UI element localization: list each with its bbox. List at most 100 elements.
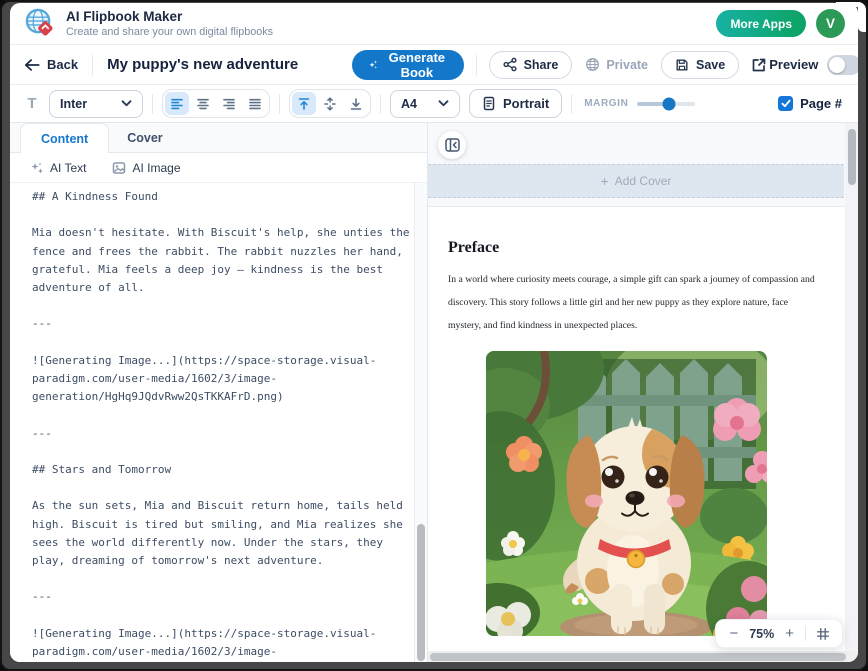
font-select-value: Inter <box>60 97 87 111</box>
preview-control: Preview <box>769 55 858 75</box>
align-justify-icon <box>248 97 262 111</box>
divider <box>380 94 381 114</box>
preview-toggle[interactable] <box>827 55 858 75</box>
toggle-knob <box>829 57 845 73</box>
align-center-button[interactable] <box>191 92 215 115</box>
more-apps-button[interactable]: More Apps <box>716 10 806 37</box>
app-window: AI Flipbook Maker Create and share your … <box>10 3 858 662</box>
open-external-button[interactable] <box>749 55 769 75</box>
document-title[interactable]: My puppy's new adventure <box>107 56 298 73</box>
valign-bottom-icon <box>349 97 363 111</box>
page-number-checkbox[interactable] <box>778 96 793 111</box>
image-icon <box>112 161 126 175</box>
ai-image-button[interactable]: AI Image <box>112 161 180 175</box>
margin-slider[interactable] <box>637 102 695 106</box>
divider <box>476 55 477 75</box>
preview-label: Preview <box>769 57 818 72</box>
fit-frame-icon <box>816 627 830 641</box>
preview-panel: + Add Cover Preface In a world where cur… <box>428 123 858 662</box>
app-header: AI Flipbook Maker Create and share your … <box>10 3 858 45</box>
text-align-group <box>162 89 270 118</box>
ai-text-button[interactable]: AI Text <box>30 161 86 175</box>
font-select[interactable]: Inter <box>49 90 143 118</box>
back-label: Back <box>47 57 78 72</box>
valign-middle-button[interactable] <box>318 92 342 115</box>
generate-book-button[interactable]: Generate Book <box>352 50 463 80</box>
check-icon <box>781 99 791 108</box>
zoom-level: 75% <box>749 627 774 641</box>
preface-heading: Preface <box>428 239 845 257</box>
preface-paragraph: In a world where curiosity meets courage… <box>428 268 845 337</box>
valign-top-button[interactable] <box>292 92 316 115</box>
page-number-option[interactable]: Page # <box>778 96 842 111</box>
app-logo-icon <box>25 8 56 39</box>
share-label: Share <box>524 58 559 72</box>
preview-hscrollbar-thumb[interactable] <box>430 653 846 661</box>
page-size-select[interactable]: A4 <box>390 90 460 118</box>
divider <box>152 94 153 114</box>
editor-scrollbar-track[interactable] <box>414 183 427 662</box>
page-size-value: A4 <box>401 97 417 111</box>
sparkles-icon <box>30 161 44 175</box>
save-button[interactable]: Save <box>661 51 739 79</box>
add-cover-button[interactable]: + Add Cover <box>428 164 844 198</box>
back-button[interactable]: Back <box>24 57 78 72</box>
magic-wand-icon <box>368 57 378 72</box>
align-left-button[interactable] <box>165 92 189 115</box>
preview-page: Preface In a world where curiosity meets… <box>428 206 845 654</box>
user-avatar[interactable]: V <box>816 9 845 38</box>
markdown-editor-text: ## A Kindness Found Mia doesn't hesitate… <box>10 183 427 662</box>
chevron-down-icon <box>438 100 449 107</box>
zoom-in-button[interactable]: + <box>783 626 796 641</box>
portrait-page-icon <box>482 96 496 111</box>
app-title: AI Flipbook Maker <box>66 9 273 25</box>
ai-image-label: AI Image <box>132 161 180 175</box>
zoom-out-button[interactable]: − <box>727 626 740 641</box>
puppy-illustration[interactable] <box>486 351 767 636</box>
format-toolbar: T Inter A4 <box>10 85 858 123</box>
plus-icon: + <box>601 173 609 189</box>
valign-middle-icon <box>323 97 337 111</box>
private-label: Private <box>606 58 648 72</box>
divider <box>279 94 280 114</box>
ai-text-label: AI Text <box>50 161 86 175</box>
collapse-panel-icon <box>445 138 460 152</box>
align-right-button[interactable] <box>217 92 241 115</box>
tab-content[interactable]: Content <box>20 123 109 153</box>
divider <box>571 94 572 114</box>
align-right-icon <box>222 97 236 111</box>
tab-cover[interactable]: Cover <box>109 123 180 152</box>
valign-top-icon <box>297 97 311 111</box>
save-icon <box>675 58 689 72</box>
preview-scrollbar-thumb[interactable] <box>848 129 856 185</box>
preview-scrollbar-track[interactable] <box>845 123 858 651</box>
app-title-block: AI Flipbook Maker Create and share your … <box>66 9 273 39</box>
fit-to-page-button[interactable] <box>815 627 831 641</box>
orientation-button[interactable]: Portrait <box>469 89 562 118</box>
external-link-icon <box>751 57 767 73</box>
zoom-control: − 75% + <box>715 619 843 648</box>
editor-scrollbar-thumb[interactable] <box>417 524 425 661</box>
save-label: Save <box>696 58 725 72</box>
share-button[interactable]: Share <box>489 51 573 79</box>
main-area: Content Cover AI Text AI Image ## A Kind… <box>10 123 858 662</box>
screen: AI Flipbook Maker Create and share your … <box>0 0 868 671</box>
share-icon <box>503 57 517 72</box>
valign-bottom-button[interactable] <box>344 92 368 115</box>
divider <box>805 626 806 641</box>
margin-label: MARGIN <box>584 98 628 109</box>
app-subtitle: Create and share your own digital flipbo… <box>66 26 273 38</box>
private-status[interactable]: Private <box>581 57 652 72</box>
align-justify-button[interactable] <box>243 92 267 115</box>
collapse-panel-button[interactable] <box>438 131 466 159</box>
ai-tools-row: AI Text AI Image <box>10 153 427 183</box>
document-toolbar: Back My puppy's new adventure Generate B… <box>10 45 858 85</box>
divider <box>92 55 93 75</box>
slider-knob[interactable] <box>663 97 676 110</box>
editor-tabs: Content Cover <box>10 123 427 153</box>
chevron-down-icon <box>121 100 132 107</box>
preview-hscrollbar-track[interactable] <box>428 651 858 662</box>
markdown-editor[interactable]: ## A Kindness Found Mia doesn't hesitate… <box>10 183 427 662</box>
align-left-icon <box>170 97 184 111</box>
page-number-label: Page # <box>800 96 842 111</box>
